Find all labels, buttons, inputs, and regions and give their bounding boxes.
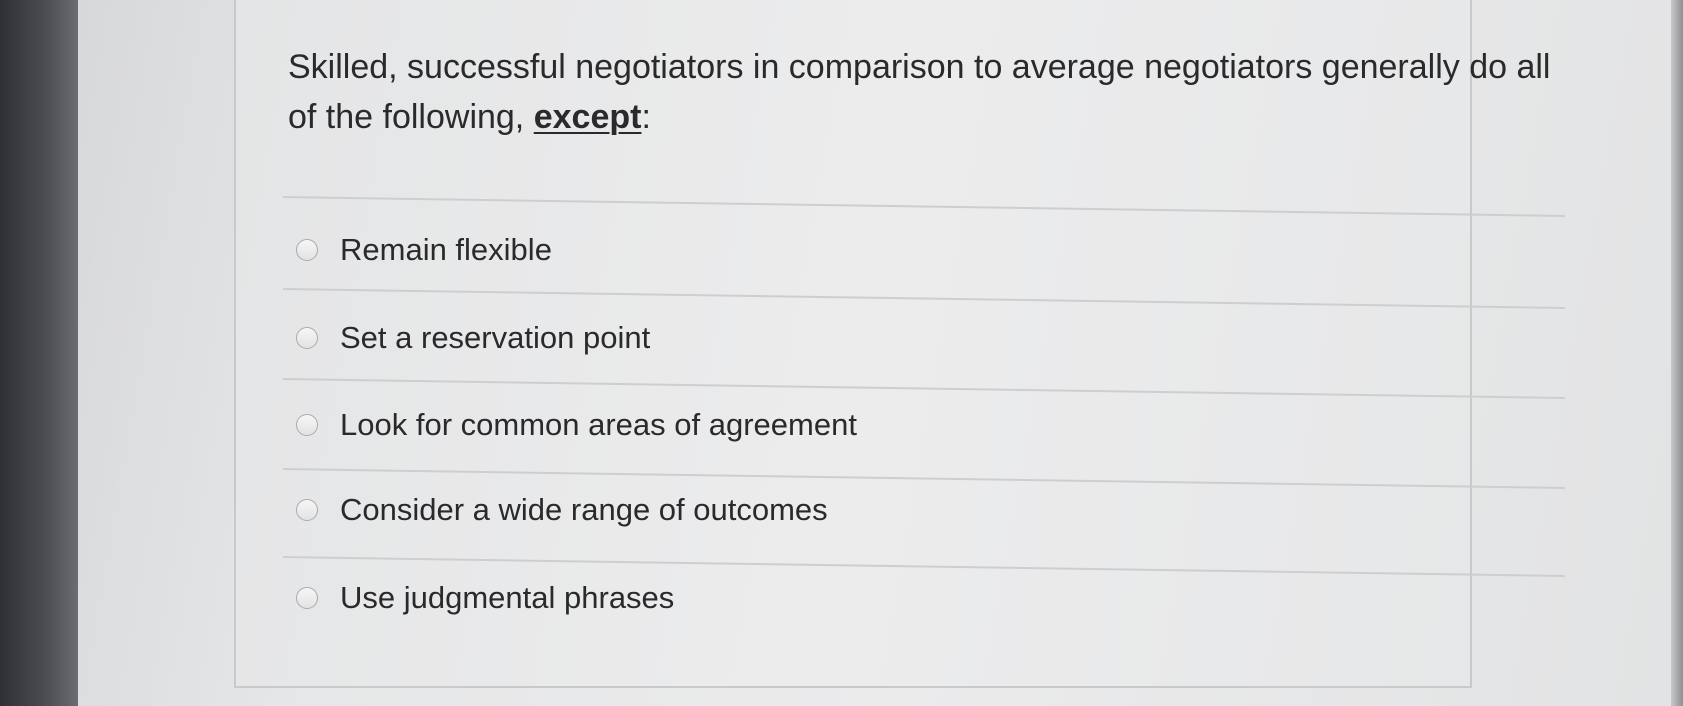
monitor-bezel-right xyxy=(1671,0,1683,706)
answer-option-5[interactable]: Use judgmental phrases xyxy=(296,578,674,618)
radio-button-icon[interactable] xyxy=(296,239,318,261)
question-colon: : xyxy=(641,98,651,136)
radio-button-icon[interactable] xyxy=(296,587,318,609)
answer-option-2[interactable]: Set a reservation point xyxy=(296,318,650,358)
answer-option-3[interactable]: Look for common areas of agreement xyxy=(296,405,857,445)
answer-label: Use judgmental phrases xyxy=(340,580,675,615)
answer-option-4[interactable]: Consider a wide range of outcomes xyxy=(296,490,828,530)
answer-label: Look for common areas of agreement xyxy=(340,407,857,442)
question-emphasis: except xyxy=(533,98,642,136)
answer-option-1[interactable]: Remain flexible xyxy=(296,230,552,270)
radio-button-icon[interactable] xyxy=(296,499,318,521)
answer-label: Set a reservation point xyxy=(340,320,651,355)
answer-label: Remain flexible xyxy=(340,232,552,267)
question-body: Skilled, successful negotiators in compa… xyxy=(288,48,1551,136)
question-text: Skilled, successful negotiators in compa… xyxy=(288,42,1588,142)
radio-button-icon[interactable] xyxy=(296,327,318,349)
answer-label: Consider a wide range of outcomes xyxy=(340,492,828,527)
radio-button-icon[interactable] xyxy=(296,414,318,436)
monitor-bezel-left xyxy=(0,0,78,706)
